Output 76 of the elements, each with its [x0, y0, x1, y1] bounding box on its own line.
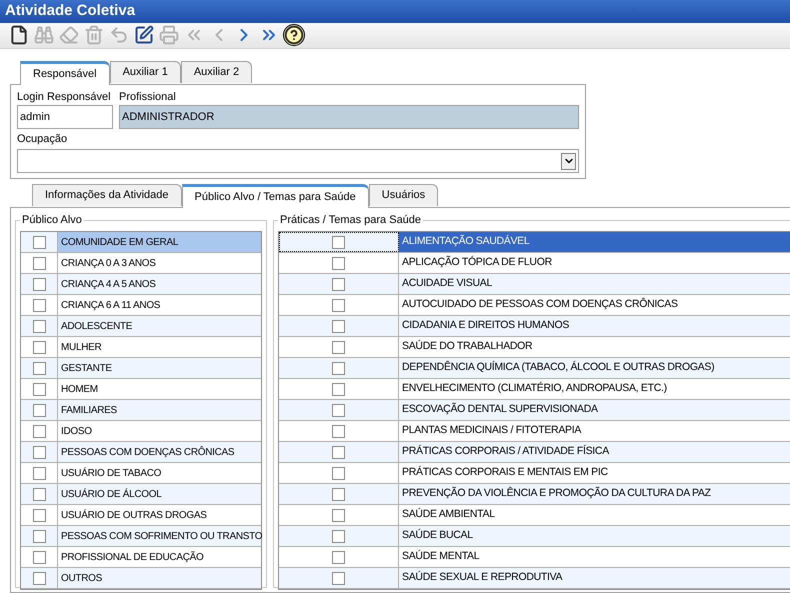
window-title: Atividade Coletiva: [5, 1, 136, 22]
table-cell[interactable]: PROFISSIONAL DE EDUCAÇÃO: [58, 547, 261, 567]
document-icon: [9, 25, 29, 46]
checkbox[interactable]: [332, 256, 345, 270]
checkbox[interactable]: [332, 320, 345, 332]
checkbox[interactable]: [332, 340, 345, 354]
checkbox[interactable]: [332, 572, 345, 584]
eraser-icon: [59, 25, 79, 46]
table-cell[interactable]: CRIANÇA 0 A 3 ANOS: [58, 253, 261, 273]
checkbox[interactable]: [332, 446, 345, 458]
checkbox[interactable]: [32, 466, 46, 480]
binoculars-icon: [34, 25, 54, 46]
table-cell[interactable]: PLANTAS MEDICINAIS / FITOTERAPIA: [399, 421, 790, 441]
table-cell[interactable]: SAÚDE MENTAL: [399, 547, 790, 567]
checkbox[interactable]: [32, 256, 46, 270]
checkbox[interactable]: [332, 550, 345, 564]
help-button[interactable]: [283, 24, 305, 46]
edit-button[interactable]: [133, 24, 155, 46]
checkbox[interactable]: [332, 278, 345, 290]
checkbox[interactable]: [32, 572, 46, 584]
group-title: Práticas / Temas para Saúde: [278, 213, 424, 227]
checkbox[interactable]: [32, 236, 46, 248]
tab[interactable]: Auxiliar 2: [180, 61, 252, 83]
edit-icon: [134, 25, 154, 46]
checkbox[interactable]: [32, 340, 46, 354]
table-cell[interactable]: PRÁTICAS CORPORAIS E MENTAIS EM PIC: [399, 463, 790, 483]
checkbox[interactable]: [332, 236, 345, 248]
field-label: Login Responsável: [17, 90, 112, 105]
tab[interactable]: Público Alvo / Temas para Saúde: [182, 184, 369, 208]
checkbox[interactable]: [32, 404, 46, 416]
checkbox[interactable]: [332, 382, 345, 396]
field-label: Ocupação: [17, 132, 68, 147]
checkbox[interactable]: [332, 404, 345, 416]
printer-icon: [159, 25, 179, 46]
checkbox[interactable]: [332, 362, 345, 374]
table-cell[interactable]: USUÁRIO DE OUTRAS DROGAS: [58, 505, 261, 525]
tab[interactable]: Auxiliar 1: [110, 61, 181, 83]
checkbox[interactable]: [32, 446, 46, 458]
checkbox[interactable]: [32, 382, 46, 396]
checkbox[interactable]: [332, 424, 345, 438]
checkbox[interactable]: [332, 298, 345, 312]
checkbox[interactable]: [332, 488, 345, 500]
table-cell[interactable]: APLICAÇÃO TÓPICA DE FLUOR: [399, 253, 790, 273]
table-cell[interactable]: USUÁRIO DE TABACO: [58, 463, 261, 483]
tab[interactable]: Informações da Atividade: [32, 184, 182, 206]
table-cell[interactable]: ENVELHECIMENTO (CLIMATÉRIO, ANDROPAUSA, ETC.): [399, 379, 790, 399]
professional-field[interactable]: ADMINISTRADOR: [119, 105, 579, 129]
table-cell[interactable]: IDOSO: [58, 421, 261, 441]
table-cell[interactable]: SAÚDE AMBIENTAL: [399, 505, 790, 525]
dropdown-button[interactable]: [561, 152, 576, 170]
table-cell[interactable]: ALIMENTAÇÃO SAUDÁVEL: [399, 232, 790, 252]
checkbox[interactable]: [332, 466, 345, 480]
checkbox[interactable]: [32, 424, 46, 438]
checkbox[interactable]: [32, 320, 46, 332]
checkbox[interactable]: [32, 362, 46, 374]
table-cell[interactable]: AUTOCUIDADO DE PESSOAS COM DOENÇAS CRÔNICAS: [399, 295, 790, 315]
table-cell[interactable]: HOMEM: [58, 379, 261, 399]
checkbox[interactable]: [332, 508, 345, 522]
field-label: Profissional: [119, 90, 177, 105]
checkbox[interactable]: [32, 488, 46, 500]
table-cell[interactable]: MULHER: [58, 337, 261, 357]
checkbox[interactable]: [32, 298, 46, 312]
trash-icon: [84, 25, 104, 46]
help-icon: [284, 25, 304, 46]
tab[interactable]: Responsável: [20, 61, 110, 85]
tab[interactable]: Usuários: [368, 184, 438, 206]
table-cell[interactable]: COMUNIDADE EM GERAL: [58, 232, 261, 252]
checkbox[interactable]: [332, 530, 345, 542]
checkbox[interactable]: [32, 508, 46, 522]
undo-icon: [109, 25, 129, 46]
checkbox[interactable]: [32, 278, 46, 290]
table-cell[interactable]: CRIANÇA 6 A 11 ANOS: [58, 295, 261, 315]
checkbox[interactable]: [32, 530, 46, 542]
login-field[interactable]: admin: [17, 105, 113, 129]
checkbox[interactable]: [32, 550, 46, 564]
table-cell[interactable]: SAÚDE DO TRABALHADOR: [399, 337, 790, 357]
